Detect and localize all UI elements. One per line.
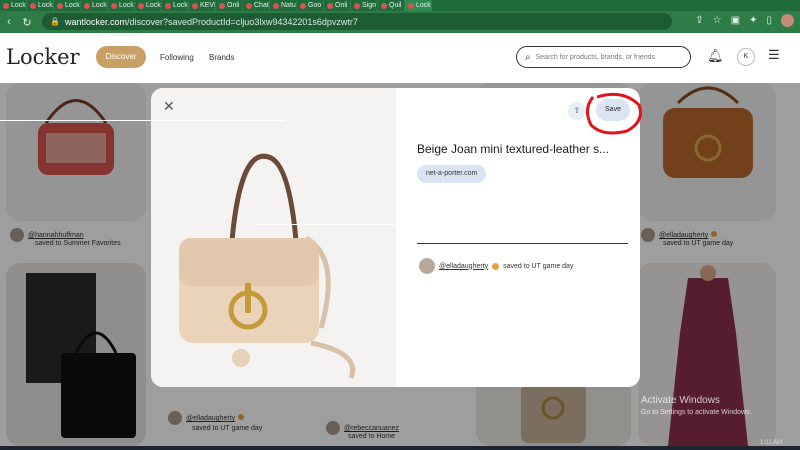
browser-tab[interactable]: Lock (135, 0, 162, 11)
browser-tab[interactable]: Onli (216, 0, 243, 11)
tab-favicon-icon (111, 2, 117, 9)
tab-label: Lock (119, 2, 134, 9)
tab-favicon-icon (219, 2, 225, 9)
activate-windows-watermark: Activate Windows Go to Settings to activ… (641, 395, 752, 419)
avatar[interactable]: K (737, 48, 755, 66)
browser-tab[interactable]: Lock (162, 0, 189, 11)
tab-label: Onli (227, 2, 240, 9)
url-path: /discover?savedProductId=cljuo3lxw943422… (127, 16, 358, 27)
search-input[interactable]: ⌕ Search for products, brands, or friend… (516, 46, 691, 68)
close-icon[interactable]: ✕ (163, 98, 175, 115)
avatar[interactable] (419, 258, 435, 274)
browser-tab-bar: Lock Lock Lock Lock Lock Lock Lock KEVI Onli Chat… (0, 0, 800, 11)
tab-label: Lock (38, 2, 53, 9)
tab-label: Goo (308, 2, 322, 9)
product-title: Beige Joan mini textured-leather s... (417, 142, 610, 156)
star-icon[interactable]: ☆ (713, 15, 722, 26)
browser-tab[interactable]: KEVI (189, 0, 216, 11)
tab-label: Lock (92, 2, 107, 9)
tab-favicon-icon (3, 2, 9, 9)
browser-tab[interactable]: Lock (81, 0, 108, 11)
tab-favicon-icon (300, 2, 306, 9)
menu-icon[interactable]: ☰ (768, 47, 780, 63)
browser-tab[interactable]: Lock (108, 0, 135, 11)
beige-bag-illustration (179, 153, 355, 379)
browser-tab[interactable]: Lock (0, 0, 27, 11)
url-host: wantlocker.com (64, 16, 127, 27)
browser-tab[interactable]: Quil (378, 0, 405, 11)
tab-label: Sign (362, 2, 377, 9)
logo[interactable]: Locker (6, 45, 80, 69)
site-header: Locker Discover Following Brands ⌕ Searc… (0, 33, 800, 83)
search-placeholder: Search for products, brands, or friends (535, 53, 656, 61)
url-field[interactable]: 🔒 wantlocker.com/discover?savedProductId… (42, 13, 672, 30)
browser-tab[interactable]: Onli (324, 0, 351, 11)
search-icon: ⌕ (525, 51, 531, 63)
browser-address-bar: ‹ ↻ 🔒 wantlocker.com/discover?savedProdu… (0, 11, 800, 33)
product-modal: ✕ ⇧ Save Beige Joan mini textured-leathe… (151, 88, 640, 387)
nav-following[interactable]: Following (160, 53, 194, 62)
tab-label: Onli (335, 2, 348, 9)
browser-tab[interactable]: Goo (297, 0, 324, 11)
tab-label: Lock (65, 2, 80, 9)
annotation-line (0, 120, 285, 121)
tab-favicon-icon (408, 2, 414, 9)
back-icon[interactable]: ‹ (0, 16, 18, 28)
browser-toolbar-icons: ⇪ ☆ ▣ ✦ ▯ (695, 14, 794, 27)
browser-tab[interactable]: Sign (351, 0, 378, 11)
browser-tab[interactable]: Lock (27, 0, 54, 11)
tab-label: Lock (173, 2, 188, 9)
sidebar-icon[interactable]: ▯ (766, 15, 772, 26)
tab-favicon-icon (381, 2, 387, 9)
puzzle-icon[interactable]: ✦ (749, 15, 757, 26)
tab-favicon-icon (246, 2, 252, 9)
tab-favicon-icon (84, 2, 90, 9)
watermark-subtitle: Go to Settings to activate Windows. (641, 409, 752, 416)
tab-label: KEVI (200, 2, 216, 9)
annotation-circle (586, 92, 642, 135)
saved-by-collection: saved to UT game day (503, 262, 574, 270)
tab-label: Chat (254, 2, 269, 9)
browser-tab[interactable]: Chat (243, 0, 270, 11)
nav-discover[interactable]: Discover (96, 46, 146, 68)
status-dot-icon (492, 262, 500, 270)
browser-tab[interactable]: Lock (54, 0, 81, 11)
browser-tab[interactable]: Lock (405, 0, 432, 11)
tab-favicon-icon (192, 2, 198, 9)
tab-favicon-icon (327, 2, 333, 9)
tab-label: Natu (281, 2, 296, 9)
browser-tab[interactable]: Natu (270, 0, 297, 11)
retailer-link[interactable]: net-a-porter.com (417, 165, 487, 183)
product-image: ✕ (151, 88, 396, 387)
saved-by-row: @elladaugherty saved to UT game day (419, 258, 573, 274)
annotation-line (258, 224, 395, 225)
browser-profile-avatar[interactable] (781, 14, 794, 27)
extension-icon[interactable]: ▣ (731, 15, 740, 26)
nav-brands[interactable]: Brands (209, 53, 234, 62)
divider (417, 243, 628, 244)
share-page-icon[interactable]: ⇪ (695, 15, 703, 26)
tab-favicon-icon (273, 2, 279, 9)
tab-favicon-icon (138, 2, 144, 9)
tab-favicon-icon (57, 2, 63, 9)
tab-favicon-icon (30, 2, 36, 9)
watermark-title: Activate Windows (641, 395, 720, 406)
lock-icon: 🔒 (50, 17, 60, 26)
tab-favicon-icon (354, 2, 360, 9)
taskbar-clock: 1:22 AM (759, 440, 782, 446)
bell-icon[interactable]: 🔔︎ (707, 48, 724, 64)
tab-label: Lock (416, 2, 431, 9)
reload-icon[interactable]: ↻ (18, 16, 36, 29)
tab-label: Quil (389, 2, 402, 9)
tab-favicon-icon (165, 2, 171, 9)
saved-by-user[interactable]: @elladaugherty (439, 263, 488, 270)
os-taskbar: 1:22 AM (0, 440, 800, 450)
tab-label: Lock (146, 2, 161, 9)
tab-label: Lock (11, 2, 26, 9)
